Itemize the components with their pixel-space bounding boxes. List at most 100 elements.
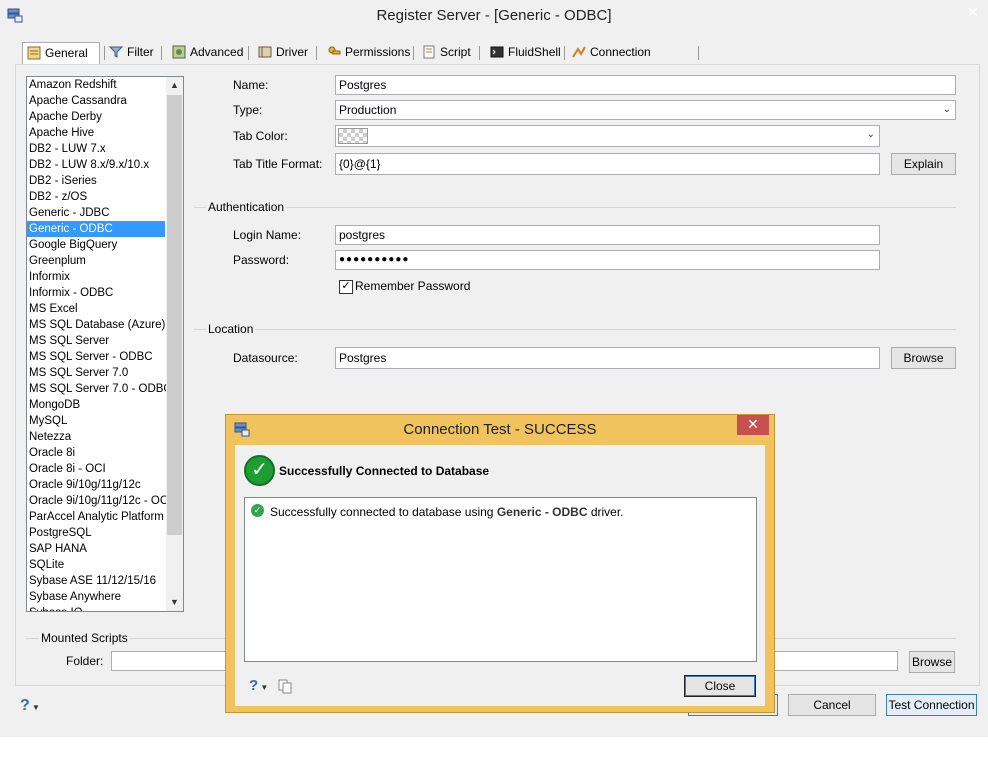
database-list-item[interactable]: MS Excel <box>27 301 183 317</box>
name-label: Name: <box>233 78 269 92</box>
filter-icon <box>109 46 123 58</box>
message-prefix: Successfully connected to database using <box>270 505 497 519</box>
dialog-body: ✓ Successfully Connected to Database ✓ S… <box>235 445 765 706</box>
color-swatch <box>338 128 368 144</box>
authentication-divider <box>194 207 956 208</box>
database-list-item[interactable]: MS SQL Database (Azure) <box>27 317 183 333</box>
location-group-label: Location <box>206 322 256 336</box>
connection-monitor-icon <box>572 46 586 58</box>
help-icon[interactable]: ? ▼ <box>20 697 40 715</box>
dialog-close-button[interactable]: Close <box>684 675 756 697</box>
database-list-item[interactable]: DB2 - LUW 7.x <box>27 141 183 157</box>
tab-label: Permissions <box>345 45 411 59</box>
database-list-item[interactable]: DB2 - LUW 8.x/9.x/10.x <box>27 157 183 173</box>
tab-driver[interactable]: Driver <box>254 42 308 64</box>
dialog-close-icon[interactable]: ✕ <box>737 415 769 435</box>
database-list-item[interactable]: PostgreSQL <box>27 525 183 541</box>
list-scrollbar[interactable]: ▲ ▼ <box>166 77 183 611</box>
scroll-down-icon[interactable]: ▼ <box>166 594 183 611</box>
explain-button[interactable]: Explain <box>891 153 956 175</box>
tab-title-format-field[interactable]: {0}@{1} <box>335 153 880 175</box>
database-list-item[interactable]: Oracle 9i/10g/11g/12c <box>27 477 183 493</box>
database-list-item[interactable]: Generic - JDBC <box>27 205 183 221</box>
title-bar: Register Server - [Generic - ODBC] ✕ <box>0 0 988 31</box>
database-list-item[interactable]: SAP HANA <box>27 541 183 557</box>
database-list-item[interactable]: Informix - ODBC <box>27 285 183 301</box>
remember-password-checkbox[interactable]: ✓ <box>339 280 353 294</box>
general-icon <box>27 46 41 60</box>
tab-general[interactable]: General <box>22 42 100 66</box>
tab-separator <box>564 46 565 60</box>
type-select[interactable]: Production ⌄ <box>335 100 956 120</box>
database-list-item[interactable]: Netezza <box>27 429 183 445</box>
dialog-help-glyph: ? <box>249 677 259 694</box>
database-list-item[interactable]: MySQL <box>27 413 183 429</box>
copy-icon[interactable] <box>277 678 293 694</box>
tab-advanced[interactable]: Advanced <box>168 42 243 64</box>
message-suffix: driver. <box>587 505 624 519</box>
database-items: Amazon Redshift Apache Cassandra Apache De… <box>27 77 183 611</box>
tab-label: General <box>45 46 88 60</box>
database-list-item[interactable]: SQLite <box>27 557 183 573</box>
permissions-icon <box>328 46 341 55</box>
database-list-item[interactable]: DB2 - iSeries <box>27 173 183 189</box>
database-list-item[interactable]: MongoDB <box>27 397 183 413</box>
database-list-item[interactable]: Oracle 9i/10g/11g/12c - OCI <box>27 493 183 509</box>
type-value: Production <box>339 103 397 117</box>
database-list-item[interactable]: Apache Cassandra <box>27 93 183 109</box>
datasource-browse-button[interactable]: Browse <box>891 347 956 369</box>
database-list-item[interactable]: MS SQL Server 7.0 - ODBC <box>27 381 183 397</box>
name-field[interactable]: Postgres <box>335 75 956 95</box>
tab-fluidshell[interactable]: FluidShell <box>486 42 561 64</box>
database-list-item[interactable]: Apache Hive <box>27 125 183 141</box>
folder-browse-button[interactable]: Browse <box>909 651 955 673</box>
database-list-item[interactable]: Amazon Redshift <box>27 77 183 93</box>
test-connection-button[interactable]: Test Connection <box>886 694 977 716</box>
database-list-item[interactable]: Greenplum <box>27 253 183 269</box>
tab-separator <box>316 46 317 60</box>
database-list-item[interactable]: Generic - ODBC <box>27 221 165 237</box>
tab-separator <box>479 46 480 60</box>
database-list-item[interactable]: Oracle 8i - OCI <box>27 461 183 477</box>
datasource-field[interactable]: Postgres <box>335 347 880 369</box>
tab-script[interactable]: Script <box>418 42 471 64</box>
tab-connection-monitor[interactable]: Connection Monitor <box>568 42 651 80</box>
database-list-item[interactable]: MS SQL Server - ODBC <box>27 349 183 365</box>
tab-color-label: Tab Color: <box>233 129 288 143</box>
tab-title-format-label: Tab Title Format: <box>233 157 323 171</box>
tab-color-select[interactable]: ⌄ <box>335 125 880 147</box>
tab-separator <box>698 46 699 60</box>
tab-permissions[interactable]: Permissions <box>323 42 410 64</box>
tab-filter[interactable]: Filter <box>105 42 154 64</box>
chevron-down-icon: ⌄ <box>942 104 951 115</box>
folder-label: Folder: <box>66 654 104 668</box>
password-field[interactable]: ●●●●●●●●●● <box>335 250 880 270</box>
database-list-item[interactable]: MS SQL Server 7.0 <box>27 365 183 381</box>
database-list-item[interactable]: DB2 - z/OS <box>27 189 183 205</box>
tab-label: Advanced <box>190 45 244 59</box>
login-name-field[interactable]: postgres <box>335 225 880 245</box>
dialog-title: Connection Test - SUCCESS <box>403 421 597 438</box>
database-type-list[interactable]: Amazon Redshift Apache Cassandra Apache De… <box>26 76 184 612</box>
mounted-scripts-group-label: Mounted Scripts <box>39 631 130 645</box>
scroll-up-icon[interactable]: ▲ <box>166 77 183 94</box>
database-list-item[interactable]: Sybase ASE 11/12/15/16 <box>27 573 183 589</box>
scrollbar-thumb[interactable] <box>167 95 182 535</box>
type-label: Type: <box>233 103 263 117</box>
database-list-item[interactable]: Google BigQuery <box>27 237 183 253</box>
database-list-item[interactable]: MS SQL Server <box>27 333 183 349</box>
datasource-label: Datasource: <box>233 351 298 365</box>
connection-test-dialog: Connection Test - SUCCESS ✕ ✓ Successful… <box>225 414 775 713</box>
dialog-help-icon[interactable]: ? ▼ <box>249 677 268 694</box>
database-list-item[interactable]: Informix <box>27 269 183 285</box>
dialog-message: Successfully connected to database using… <box>270 505 624 519</box>
location-divider <box>194 329 956 330</box>
database-list-item[interactable]: ParAccel Analytic Platform <box>27 509 183 525</box>
window-close-button[interactable]: ✕ <box>960 2 986 22</box>
database-list-item[interactable]: Oracle 8i <box>27 445 183 461</box>
database-list-item[interactable]: Apache Derby <box>27 109 183 125</box>
database-list-item[interactable]: Sybase Anywhere <box>27 589 183 605</box>
database-list-item[interactable]: Sybase IQ <box>27 605 183 611</box>
password-label: Password: <box>233 253 290 267</box>
cancel-button[interactable]: Cancel <box>788 694 876 716</box>
